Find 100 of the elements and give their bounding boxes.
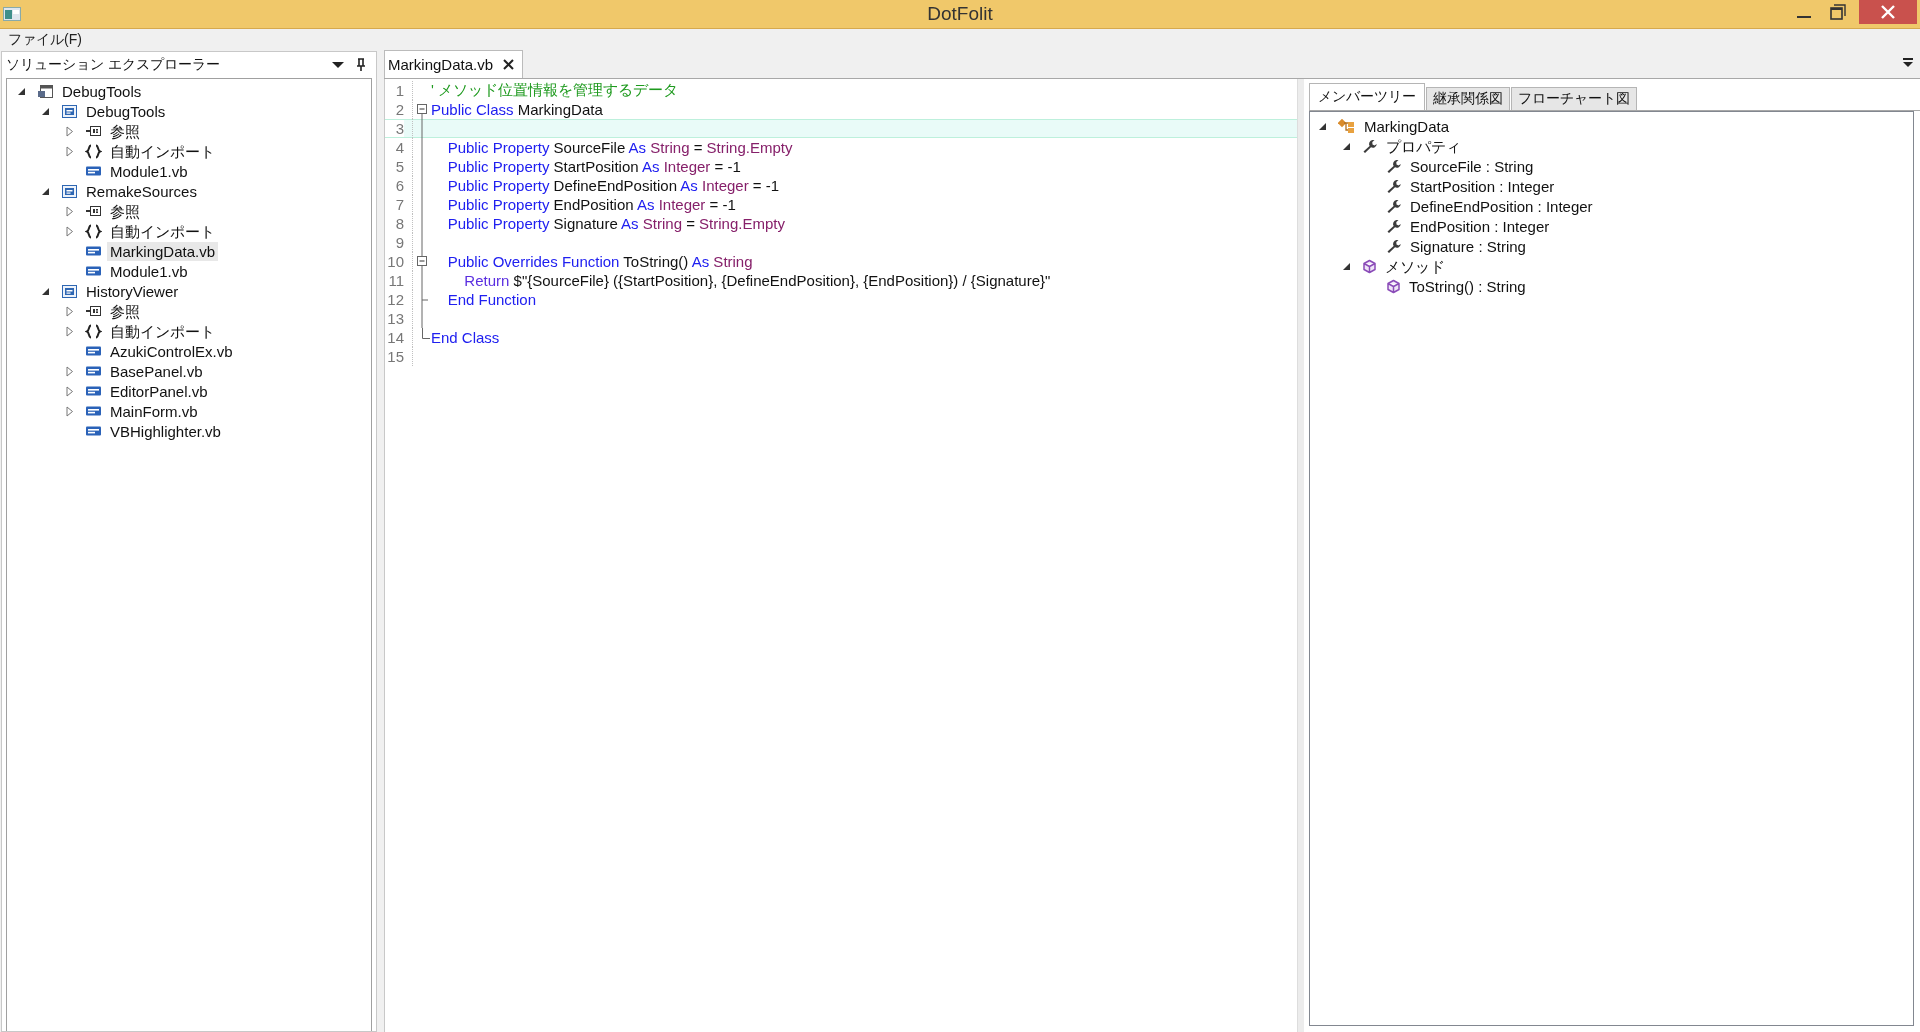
vb-file-icon (85, 165, 102, 177)
tree-item[interactable]: DebugTools (83, 101, 169, 121)
tree-item[interactable]: EndPosition : Integer (1407, 216, 1553, 236)
code-line: End Function (446, 291, 537, 308)
code-line: Public Property EndPosition As Integer = -1 (446, 196, 736, 213)
expanded-toggle[interactable] (1318, 121, 1327, 131)
tree-item[interactable]: AzukiControlEx.vb (107, 341, 236, 361)
code-line: End Class (431, 329, 500, 346)
solution-icon (37, 83, 54, 99)
braces-icon (85, 323, 102, 339)
vb-file-icon (85, 425, 102, 437)
tree-item[interactable]: DefineEndPosition : Integer (1407, 196, 1596, 216)
tree-item[interactable]: DebugTools (59, 81, 145, 101)
tree-item[interactable]: MarkingData (1361, 116, 1453, 136)
collapsed-toggle[interactable] (65, 385, 74, 397)
code-line: Public Property SourceFile As String = String.Empty (446, 139, 793, 156)
dropdown-icon[interactable] (332, 61, 344, 69)
tree-item[interactable]: 自動インポート (107, 321, 218, 341)
tree-item[interactable]: 参照 (107, 201, 143, 221)
expanded-toggle[interactable] (41, 286, 50, 296)
tree-item[interactable]: SourceFile : String (1407, 156, 1537, 176)
panel-tab[interactable]: メンバーツリー (1309, 83, 1425, 110)
references-icon (85, 305, 102, 317)
expanded-toggle[interactable] (41, 106, 50, 116)
project-icon (61, 283, 78, 299)
fold-end-line (421, 328, 430, 339)
close-icon (1881, 5, 1895, 19)
wrench-icon (1386, 238, 1402, 254)
collapsed-toggle[interactable] (65, 405, 74, 417)
project-icon (61, 183, 78, 199)
cube-icon (1386, 278, 1401, 294)
code-line: ' メソッド位置情報を管理するデータ (431, 81, 679, 100)
tree-item[interactable]: 自動インポート (107, 141, 218, 161)
expanded-toggle[interactable] (1342, 261, 1351, 271)
tree-item[interactable]: HistoryViewer (83, 281, 182, 301)
references-icon (85, 125, 102, 137)
vb-file-icon (85, 245, 102, 257)
panel-title: ソリューション エクスプローラー (6, 56, 220, 74)
vb-file-icon (85, 385, 102, 397)
tree-item[interactable]: ToString() : String (1406, 276, 1529, 296)
collapsed-toggle[interactable] (65, 225, 74, 237)
tree-item[interactable]: メソッド (1382, 256, 1448, 276)
class-icon (1338, 118, 1356, 134)
wrench-icon (1386, 158, 1402, 174)
tree-item[interactable]: 参照 (107, 301, 143, 321)
expanded-toggle[interactable] (17, 86, 26, 96)
collapse-toggle[interactable] (415, 252, 429, 271)
tree-item[interactable]: Module1.vb (107, 261, 191, 281)
app-icon (3, 7, 21, 21)
tree-item[interactable]: Signature : String (1407, 236, 1529, 256)
tree-item[interactable]: BasePanel.vb (107, 361, 206, 381)
tree-item[interactable]: StartPosition : Integer (1407, 176, 1558, 196)
close-icon[interactable] (503, 59, 515, 70)
code-line: Public Property StartPosition As Integer = -1 (446, 158, 741, 175)
tree-item[interactable]: 自動インポート (107, 221, 218, 241)
menu-item[interactable]: ファイル(F) (8, 31, 82, 49)
collapsed-toggle[interactable] (65, 305, 74, 317)
code-line: Public Property Signature As String = String.Empty (446, 215, 785, 232)
tree-item[interactable]: RemakeSources (83, 181, 200, 201)
collapsed-toggle[interactable] (65, 125, 74, 137)
cube-icon (1362, 258, 1377, 274)
minimize-icon (1797, 16, 1811, 18)
code-line: Return $"{SourceFile} ({StartPosition}, {DefineEndPosition}, {EndPosition}) / {Signature}" (463, 272, 1051, 289)
line-number: 3 (385, 120, 404, 137)
vb-file-icon (85, 405, 102, 417)
close-button[interactable] (1859, 0, 1917, 24)
vb-file-icon (85, 265, 102, 277)
project-icon (61, 103, 78, 119)
tree-item[interactable]: EditorPanel.vb (107, 381, 211, 401)
collapsed-toggle[interactable] (65, 365, 74, 377)
vb-file-icon (85, 365, 102, 377)
code-line: Public Property DefineEndPosition As Integer = -1 (446, 177, 780, 194)
tree-item[interactable]: MainForm.vb (107, 401, 201, 421)
panel-tab[interactable]: フローチャート図 (1511, 87, 1637, 110)
window-title: DotFolit (927, 3, 993, 25)
wrench-icon (1362, 138, 1378, 154)
wrench-icon (1386, 218, 1402, 234)
collapsed-toggle[interactable] (65, 145, 74, 157)
wrench-icon (1386, 198, 1402, 214)
code-line: Public Class MarkingData (431, 101, 603, 118)
braces-icon (85, 223, 102, 239)
tree-item[interactable]: 参照 (107, 121, 143, 141)
editor-tab[interactable]: MarkingData.vb (384, 50, 524, 78)
overflow-icon[interactable] (1902, 57, 1914, 69)
collapsed-toggle[interactable] (65, 205, 74, 217)
panel-tab[interactable]: 継承関係図 (1426, 87, 1510, 110)
braces-icon (85, 143, 102, 159)
pin-icon[interactable] (356, 58, 366, 72)
tree-item[interactable]: VBHighlighter.vb (107, 421, 224, 441)
code-line: Public Overrides Function ToString() As String (446, 253, 753, 270)
tree-item[interactable]: Module1.vb (107, 161, 191, 181)
vb-file-icon (85, 345, 102, 357)
collapsed-toggle[interactable] (65, 325, 74, 337)
tree-item[interactable]: MarkingData.vb (107, 241, 219, 261)
restore-icon (1830, 4, 1846, 20)
expanded-toggle[interactable] (41, 186, 50, 196)
references-icon (85, 205, 102, 217)
tree-item[interactable]: プロパティ (1383, 136, 1464, 156)
wrench-icon (1386, 178, 1402, 194)
expanded-toggle[interactable] (1342, 141, 1351, 151)
